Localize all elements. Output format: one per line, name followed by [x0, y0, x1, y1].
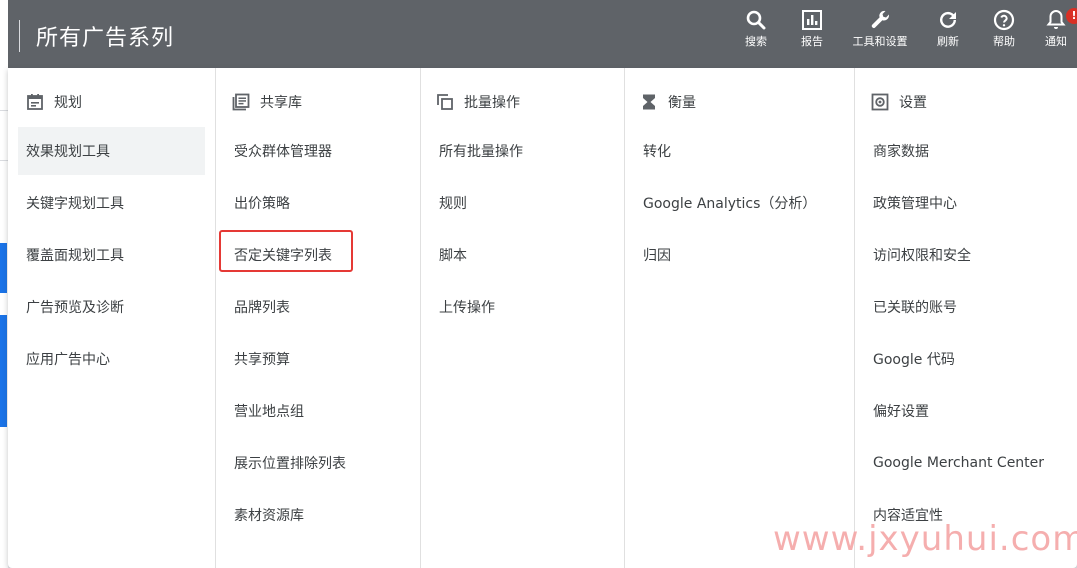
column-heading: 批量操作 — [464, 95, 520, 111]
background-blue-block — [0, 243, 7, 293]
menu-item-uploads[interactable]: 上传操作 — [431, 283, 614, 331]
report-button[interactable]: 报告 — [796, 8, 828, 66]
menu-item-performance-planner[interactable]: 效果规划工具 — [18, 127, 205, 175]
menu-item-policy-manager[interactable]: 政策管理中心 — [865, 179, 1067, 227]
menu-item-google-merchant-center[interactable]: Google Merchant Center — [865, 439, 1067, 487]
calendar-icon — [27, 94, 43, 110]
refresh-icon — [940, 11, 956, 28]
tools-settings-label: 工具和设置 — [852, 35, 908, 48]
menu-column-planning: 规划 效果规划工具 关键字规划工具 覆盖面规划工具 广告预览及诊断 应用广告中心 — [8, 68, 215, 568]
copy-icon — [437, 94, 453, 110]
background-divider — [0, 110, 8, 111]
background-blue-block — [0, 315, 7, 427]
menu-item-access-and-security[interactable]: 访问权限和安全 — [865, 231, 1067, 279]
settings-icon — [871, 93, 889, 111]
refresh-label: 刷新 — [937, 35, 959, 48]
library-icon — [232, 93, 250, 111]
menu-item-shared-budgets[interactable]: 共享预算 — [226, 335, 410, 383]
menu-item-bid-strategies[interactable]: 出价策略 — [226, 179, 410, 227]
column-header-shared-library: 共享库 — [232, 90, 302, 114]
column-heading: 规划 — [54, 95, 82, 111]
notification-badge: ! — [1066, 8, 1077, 24]
menu-item-google-tag[interactable]: Google 代码 — [865, 335, 1067, 383]
help-label: 帮助 — [993, 35, 1015, 48]
column-header-setup: 设置 — [871, 90, 927, 114]
menu-column-measurement: 衡量 转化 Google Analytics（分析） 归因 — [624, 68, 854, 568]
menu-column-shared-library: 共享库 受众群体管理器 出价策略 否定关键字列表 品牌列表 共享预算 营业地点组… — [215, 68, 420, 568]
title-divider — [19, 20, 20, 52]
refresh-button[interactable]: 刷新 — [932, 8, 964, 66]
report-icon — [802, 10, 822, 30]
top-app-bar: 所有广告系列 搜索 报告 工具和设置 刷新 帮助 ! 通知 — [0, 0, 1077, 68]
menu-item-scripts[interactable]: 脚本 — [431, 231, 614, 279]
notifications-label: 通知 — [1045, 35, 1067, 48]
column-header-planning: 规划 — [26, 90, 82, 114]
menu-item-ad-preview[interactable]: 广告预览及诊断 — [18, 283, 205, 331]
column-heading: 衡量 — [668, 95, 696, 111]
menu-item-reach-planner[interactable]: 覆盖面规划工具 — [18, 231, 205, 279]
menu-item-google-analytics[interactable]: Google Analytics（分析） — [635, 179, 844, 227]
top-bar-edge — [0, 0, 8, 68]
menu-item-placement-exclusion-lists[interactable]: 展示位置排除列表 — [226, 439, 410, 487]
notifications-button[interactable]: ! 通知 — [1040, 8, 1077, 66]
column-header-bulk-actions: 批量操作 — [436, 90, 520, 114]
menu-column-bulk-actions: 批量操作 所有批量操作 规则 脚本 上传操作 — [420, 68, 624, 568]
menu-item-all-bulk-actions[interactable]: 所有批量操作 — [431, 127, 614, 175]
menu-item-asset-library[interactable]: 素材资源库 — [226, 491, 410, 539]
menu-item-location-groups[interactable]: 营业地点组 — [226, 387, 410, 435]
menu-item-negative-keyword-lists[interactable]: 否定关键字列表 — [226, 231, 410, 279]
menu-item-audience-manager[interactable]: 受众群体管理器 — [226, 127, 410, 175]
menu-item-rules[interactable]: 规则 — [431, 179, 614, 227]
background-divider — [0, 160, 8, 161]
column-heading: 设置 — [899, 95, 927, 111]
menu-item-keyword-planner[interactable]: 关键字规划工具 — [18, 179, 205, 227]
menu-item-linked-accounts[interactable]: 已关联的账号 — [865, 283, 1067, 331]
report-label: 报告 — [801, 35, 823, 48]
menu-item-conversions[interactable]: 转化 — [635, 127, 844, 175]
search-label: 搜索 — [745, 35, 767, 48]
bell-icon — [1046, 9, 1066, 29]
tools-menu-panel: 规划 效果规划工具 关键字规划工具 覆盖面规划工具 广告预览及诊断 应用广告中心… — [8, 68, 1077, 568]
menu-item-attribution[interactable]: 归因 — [635, 231, 844, 279]
help-button[interactable]: 帮助 — [988, 8, 1020, 66]
menu-item-brand-lists[interactable]: 品牌列表 — [226, 283, 410, 331]
search-button[interactable]: 搜索 — [740, 8, 772, 66]
page-title: 所有广告系列 — [36, 26, 175, 51]
search-icon — [746, 10, 766, 30]
help-icon — [993, 9, 1015, 31]
column-heading: 共享库 — [260, 95, 302, 111]
wrench-icon — [871, 10, 889, 28]
column-header-measurement: 衡量 — [640, 90, 696, 114]
menu-item-preferences[interactable]: 偏好设置 — [865, 387, 1067, 435]
menu-item-business-data[interactable]: 商家数据 — [865, 127, 1067, 175]
site-watermark: www.jxyuhui.com — [773, 519, 1077, 559]
menu-column-setup: 设置 商家数据 政策管理中心 访问权限和安全 已关联的账号 Google 代码 … — [854, 68, 1077, 568]
hourglass-icon — [643, 94, 655, 110]
menu-item-app-advertising-hub[interactable]: 应用广告中心 — [18, 335, 205, 383]
tools-settings-button[interactable]: 工具和设置 — [849, 8, 911, 66]
